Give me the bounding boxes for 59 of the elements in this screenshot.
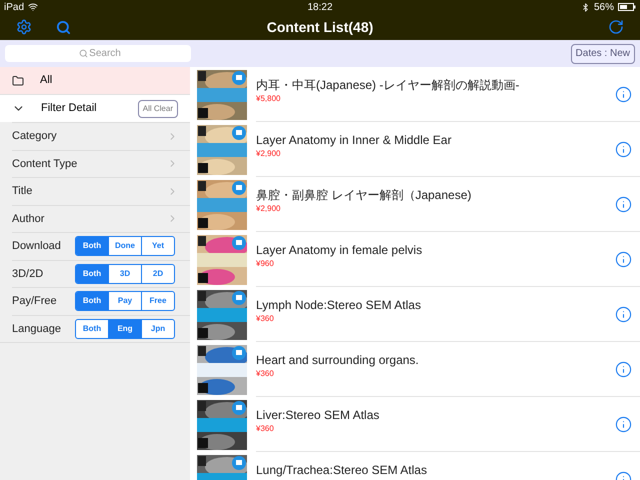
clock: 18:22 <box>307 0 333 14</box>
price: ¥360 <box>256 423 275 435</box>
info-button[interactable] <box>615 416 632 432</box>
content-title[interactable]: Layer Anatomy in Inner & Middle Ear <box>256 133 615 148</box>
content-title[interactable]: 鼻腔・副鼻腔 レイヤー解剖（Japanese) <box>256 188 615 203</box>
segment-option[interactable]: Pay <box>108 292 141 310</box>
info-button[interactable] <box>615 306 632 322</box>
content-title[interactable]: Layer Anatomy in female pelvis <box>256 243 615 258</box>
filter-label: Language <box>12 322 62 336</box>
segment-option[interactable]: Both <box>76 320 108 338</box>
search-icon <box>79 49 88 58</box>
refresh-button[interactable] <box>608 19 624 35</box>
info-button[interactable] <box>615 86 632 102</box>
segment-option[interactable]: Both <box>76 292 108 310</box>
content-title[interactable]: Heart and surrounding organs. <box>256 353 615 368</box>
search-button[interactable] <box>56 20 71 34</box>
price: ¥960 <box>256 258 275 270</box>
filter-detail-row[interactable]: Filter Detail All Clear <box>0 94 190 122</box>
price: ¥360 <box>256 313 275 325</box>
filter-link[interactable]: Title <box>12 177 190 204</box>
segment-option[interactable]: Both <box>76 237 108 256</box>
price: ¥2,900 <box>256 203 282 215</box>
price: ¥5,800 <box>256 93 282 105</box>
segment-option[interactable]: 3D <box>108 264 141 283</box>
content-title[interactable]: Liver:Stereo SEM Atlas <box>256 408 615 423</box>
segment-option[interactable]: Yet <box>141 237 174 256</box>
all-item[interactable]: All <box>0 67 190 94</box>
price: ¥360 <box>256 368 275 380</box>
battery-percent: 56% <box>594 0 614 14</box>
folder-icon <box>12 74 24 86</box>
filter-label: 3D/2D <box>12 266 44 282</box>
content-title[interactable]: Lymph Node:Stereo SEM Atlas <box>256 298 615 313</box>
segment-option[interactable]: Jpn <box>141 320 174 338</box>
sort-button[interactable]: Dates : New <box>570 44 635 64</box>
settings-button[interactable] <box>16 19 32 35</box>
filter-label: Pay/Free <box>12 294 58 309</box>
segment-option[interactable]: Eng <box>108 320 141 338</box>
search-field[interactable]: Search <box>5 45 191 62</box>
info-button[interactable] <box>615 250 632 268</box>
segment-option[interactable]: 2D <box>141 264 174 283</box>
battery-icon <box>618 3 636 11</box>
device-name: iPad <box>4 0 24 14</box>
all-clear-button[interactable]: All Clear <box>138 100 178 118</box>
wifi-icon <box>28 2 38 12</box>
info-button[interactable] <box>615 196 632 212</box>
content-title[interactable]: 内耳・中耳(Japanese) -レイヤー解剖の解説動画- <box>256 78 615 93</box>
segment-option[interactable]: Free <box>141 292 174 310</box>
filter-link[interactable]: Category <box>12 122 190 150</box>
info-button[interactable] <box>615 360 632 378</box>
segment-option[interactable]: Done <box>108 237 141 256</box>
info-button[interactable] <box>615 140 632 158</box>
price: ¥2,900 <box>256 148 282 160</box>
content-title[interactable]: Lung/Trachea:Stereo SEM Atlas <box>256 463 615 478</box>
filter-link[interactable]: Content Type <box>12 150 190 177</box>
segment-option[interactable]: Both <box>76 264 108 283</box>
nav-title: Content List(48) <box>266 18 374 37</box>
filter-label: Download <box>12 239 62 254</box>
filter-link[interactable]: Author <box>12 204 190 232</box>
bluetooth-icon <box>580 2 590 12</box>
